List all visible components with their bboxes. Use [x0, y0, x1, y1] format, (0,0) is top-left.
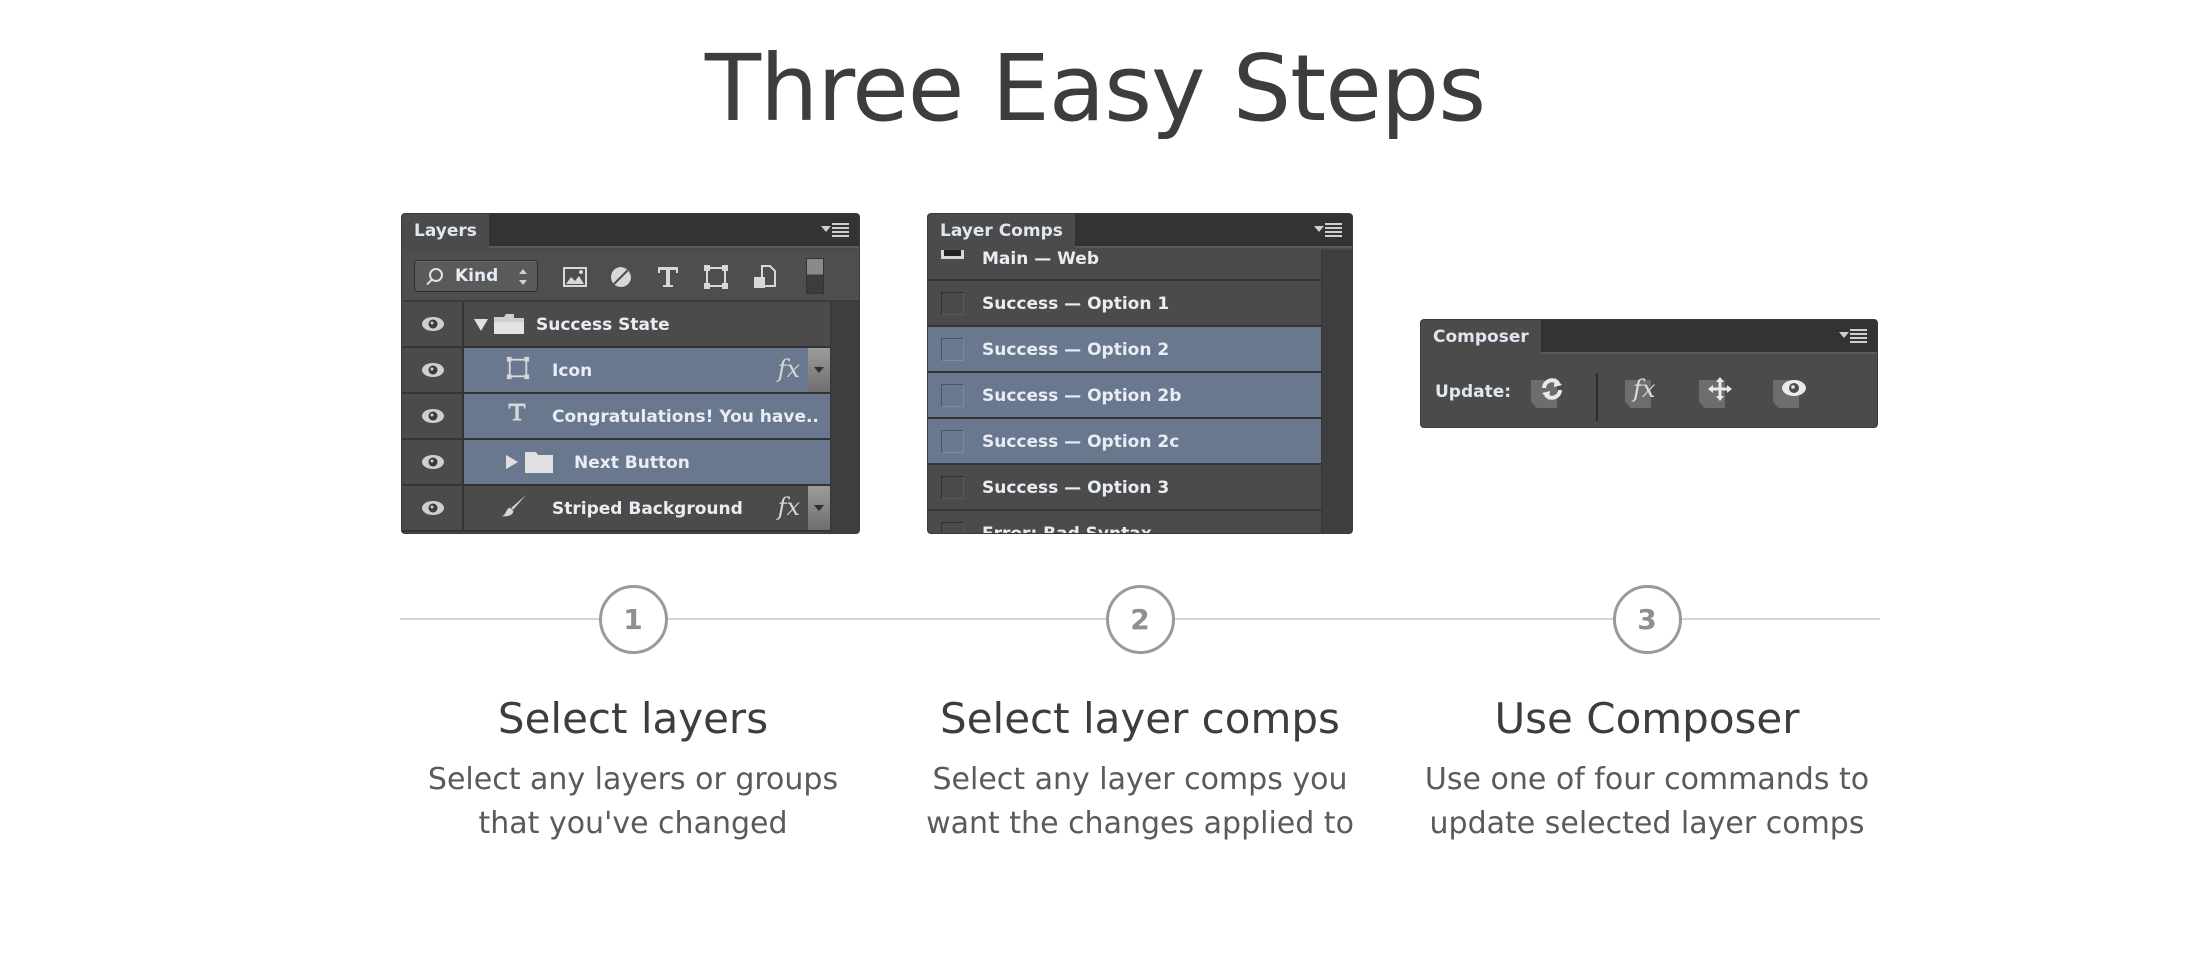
- update-all-button[interactable]: [1531, 376, 1565, 410]
- comp-apply-checkbox[interactable]: [941, 430, 964, 453]
- effects-expand-button[interactable]: [808, 486, 830, 530]
- layer-name: Icon: [552, 361, 593, 381]
- effects-expand-button[interactable]: [808, 348, 830, 392]
- step-description: Select any layer comps you want the chan…: [926, 762, 1354, 841]
- comp-name: Success — Option 2b: [982, 386, 1182, 406]
- layer-name: Striped Background: [552, 499, 743, 519]
- panel-menu-icon[interactable]: [821, 222, 851, 240]
- step-number-badge: 2: [1105, 585, 1175, 654]
- comp-name: Success — Option 2: [982, 340, 1170, 360]
- pixel-layer-filter-icon[interactable]: [562, 264, 588, 290]
- refresh-icon: [1539, 376, 1565, 402]
- comp-row[interactable]: Success — Option 2: [928, 327, 1321, 373]
- layer-row[interactable]: Congratulations! You have..: [402, 394, 830, 440]
- composer-panel: Composer Update: fx: [1421, 320, 1877, 427]
- layer-name: Success State: [536, 315, 670, 335]
- visibility-eye-icon[interactable]: [402, 486, 464, 530]
- layer-comps-scrollbar[interactable]: [1321, 250, 1352, 533]
- layer-comps-list: Main — Web Success — Option 1 Success — …: [928, 250, 1321, 533]
- layer-comps-tab[interactable]: Layer Comps: [928, 214, 1075, 249]
- update-label: Update:: [1435, 382, 1512, 402]
- layer-row[interactable]: Icon fx: [402, 348, 830, 394]
- comp-row[interactable]: Main — Web: [928, 250, 1321, 281]
- step-description: Select any layers or groups that you've …: [427, 762, 839, 841]
- folder-icon: [524, 450, 554, 474]
- comp-name: Success — Option 2c: [982, 432, 1180, 452]
- update-position-button[interactable]: [1699, 376, 1733, 410]
- layer-list: Success State Icon fx Congratulations! Y…: [402, 302, 830, 532]
- disclosure-triangle-open-icon[interactable]: [474, 319, 488, 331]
- move-icon: [1707, 376, 1733, 402]
- comp-name: Main — Web: [982, 250, 1099, 269]
- step-heading: Select layer comps: [940, 694, 1340, 743]
- type-layer-filter-icon[interactable]: [655, 264, 681, 290]
- step-number-badge: 1: [598, 585, 668, 654]
- layer-comps-panel: Layer Comps Main — Web Success — Option …: [928, 214, 1352, 533]
- toolbar-separator: [1596, 373, 1598, 421]
- comp-name: Success — Option 3: [982, 478, 1170, 498]
- adjustment-layer-filter-icon[interactable]: [608, 264, 634, 290]
- comp-apply-checkbox[interactable]: [941, 292, 964, 315]
- visibility-eye-icon[interactable]: [402, 302, 464, 346]
- layer-row[interactable]: Striped Background fx: [402, 486, 830, 532]
- comp-row[interactable]: Success — Option 2b: [928, 373, 1321, 419]
- comp-row[interactable]: Success — Option 3: [928, 465, 1321, 511]
- visibility-eye-icon[interactable]: [402, 394, 464, 438]
- visibility-eye-icon[interactable]: [402, 348, 464, 392]
- comp-apply-checkbox[interactable]: [941, 522, 964, 533]
- step-description: Use one of four commands to update selec…: [1424, 762, 1870, 841]
- comp-apply-checkbox[interactable]: [941, 476, 964, 499]
- update-visibility-button[interactable]: [1773, 376, 1807, 410]
- step-3: 3 Use Composer Use one of four commands …: [1397, 585, 1897, 846]
- update-style-button[interactable]: fx: [1625, 376, 1659, 410]
- search-icon: [429, 268, 443, 282]
- shape-layer-icon: [506, 356, 530, 380]
- step-2: 2 Select layer comps Select any layer co…: [890, 585, 1390, 846]
- comp-row[interactable]: Error: Bad Syntax: [928, 511, 1321, 533]
- panel-menu-icon[interactable]: [1314, 222, 1344, 240]
- step-heading: Select layers: [497, 694, 769, 743]
- step-heading: Use Composer: [1494, 694, 1800, 743]
- disclosure-triangle-closed-icon[interactable]: [506, 455, 518, 469]
- fx-icon[interactable]: fx: [778, 354, 800, 384]
- select-arrows-icon: [519, 269, 527, 285]
- filter-toggle-switch[interactable]: [806, 258, 824, 294]
- layer-filter-toolbar: Kind: [402, 250, 859, 302]
- composer-tab[interactable]: Composer: [1421, 320, 1541, 355]
- step-number-badge: 3: [1612, 585, 1682, 654]
- layers-scrollbar[interactable]: [830, 302, 859, 533]
- folder-open-icon: [492, 312, 526, 336]
- layer-row[interactable]: Next Button: [402, 440, 830, 486]
- comp-name: Error: Bad Syntax: [982, 511, 1152, 533]
- fx-icon[interactable]: fx: [778, 492, 800, 522]
- text-layer-icon: [506, 400, 528, 424]
- layers-tab[interactable]: Layers: [402, 214, 489, 249]
- step-1: 1 Select layers Select any layers or gro…: [383, 585, 883, 846]
- comp-apply-checkbox[interactable]: [941, 338, 964, 361]
- panel-menu-icon[interactable]: [1839, 328, 1869, 346]
- layers-panel: Layers Kind Success State Icon fx Congra…: [402, 214, 859, 533]
- layer-name: Congratulations! You have..: [552, 407, 819, 427]
- eye-icon: [1781, 376, 1807, 402]
- shape-layer-filter-icon[interactable]: [703, 264, 729, 290]
- document-state-icon: [941, 250, 964, 259]
- layer-row[interactable]: Success State: [402, 302, 830, 348]
- panel-header: Composer: [1421, 320, 1877, 355]
- comp-name: Success — Option 1: [982, 294, 1170, 314]
- brush-icon: [500, 494, 530, 518]
- filter-kind-select[interactable]: Kind: [414, 260, 538, 292]
- comp-row[interactable]: Success — Option 1: [928, 281, 1321, 327]
- panel-header: Layers: [402, 214, 859, 249]
- comp-apply-checkbox[interactable]: [941, 384, 964, 407]
- page-title: Three Easy Steps: [704, 35, 1486, 142]
- layer-name: Next Button: [574, 453, 690, 473]
- panel-header: Layer Comps: [928, 214, 1352, 249]
- comp-row[interactable]: Success — Option 2c: [928, 419, 1321, 465]
- smart-object-filter-icon[interactable]: [751, 264, 777, 290]
- filter-kind-value: Kind: [455, 266, 499, 286]
- visibility-eye-icon[interactable]: [402, 440, 464, 484]
- fx-icon: fx: [1633, 375, 1656, 403]
